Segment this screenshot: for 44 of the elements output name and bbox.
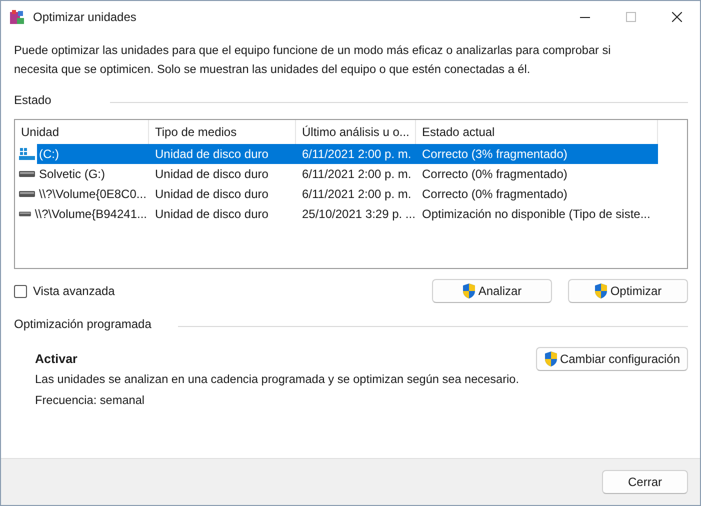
table-cell-text: 6/11/2021 2:00 p. m. bbox=[301, 186, 412, 203]
table-cell-text: Unidad de disco duro bbox=[154, 166, 270, 183]
change-settings-button[interactable]: Cambiar configuración bbox=[536, 347, 688, 371]
table-cell-text: Solvetic (G:) bbox=[38, 166, 106, 183]
windows-drive-icon bbox=[19, 147, 35, 161]
close-dialog-button[interactable]: Cerrar bbox=[602, 470, 688, 494]
table-cell-text: \\?\Volume{B94241... bbox=[34, 206, 148, 223]
shield-icon bbox=[462, 283, 476, 299]
checkbox-label: Vista avanzada bbox=[33, 284, 115, 298]
table-cell: 6/11/2021 2:00 p. m. bbox=[296, 144, 416, 164]
close-icon[interactable] bbox=[672, 12, 682, 22]
table-cell-text: Optimización no disponible (Tipo de siste... bbox=[421, 206, 652, 223]
drive-icon bbox=[19, 171, 35, 177]
window-title: Optimizar unidades bbox=[33, 10, 138, 24]
frequency-text: Frecuencia: semanal bbox=[35, 393, 146, 407]
table-cell: Correcto (3% fragmentado) bbox=[416, 144, 658, 164]
action-button[interactable]: Analizar bbox=[432, 279, 552, 303]
section-title: Optimización programada bbox=[14, 317, 152, 331]
drive-icon bbox=[19, 211, 31, 217]
table-cell: Unidad de disco duro bbox=[149, 144, 296, 164]
drive-row[interactable]: Solvetic (G:) Unidad de disco duro 6/11/2021 2:00 p. m. Correcto (0% fragmentado) bbox=[15, 164, 687, 184]
drive-row[interactable]: \\?\Volume{B94241... Unidad de disco duro 25/10/2021 3:29 p. ... Optimización no disponible (Tipo de siste... bbox=[15, 204, 687, 224]
app-icon bbox=[9, 9, 25, 25]
drive-row[interactable]: \\?\Volume{0E8C0... Unidad de disco duro 6/11/2021 2:00 p. m. Correcto (0% fragmentado) bbox=[15, 184, 687, 204]
table-cell-text: Correcto (0% fragmentado) bbox=[421, 186, 568, 203]
drive-row[interactable]: (C:) Unidad de disco duro 6/11/2021 2:00 p. m. Correcto (3% fragmentado) bbox=[15, 144, 687, 164]
table-cell-text: Unidad de disco duro bbox=[154, 186, 270, 203]
drive-icon bbox=[19, 191, 35, 197]
table-cell-text: \\?\Volume{0E8C0... bbox=[38, 186, 148, 203]
table-cell: (C:) bbox=[37, 144, 149, 164]
description-text: Puede optimizar las unidades para que el equipo funcione de un modo más eficaz o analizarlas para comprobar si necesita que se optimicen. Solo se muestran las unidades del equipo o que estén conectadas a él. bbox=[14, 42, 612, 78]
action-button[interactable]: Optimizar bbox=[568, 279, 688, 303]
section-title: Estado bbox=[14, 93, 52, 107]
minimize-icon[interactable] bbox=[580, 16, 590, 18]
shield-icon bbox=[594, 283, 608, 299]
table-cell-text: Unidad de disco duro bbox=[154, 206, 270, 223]
shield-icon bbox=[544, 351, 558, 367]
table-cell-text: 25/10/2021 3:29 p. ... bbox=[301, 206, 416, 223]
maximize-icon bbox=[626, 12, 636, 22]
schedule-info: Las unidades se analizan en una cadencia programada y se optimizan según sea necesario. bbox=[35, 372, 520, 386]
checkbox[interactable] bbox=[14, 284, 27, 298]
table-cell-text: 6/11/2021 2:00 p. m. bbox=[301, 166, 412, 183]
table-cell-text: Correcto (0% fragmentado) bbox=[421, 166, 568, 183]
schedule-state: Activar bbox=[35, 352, 78, 366]
